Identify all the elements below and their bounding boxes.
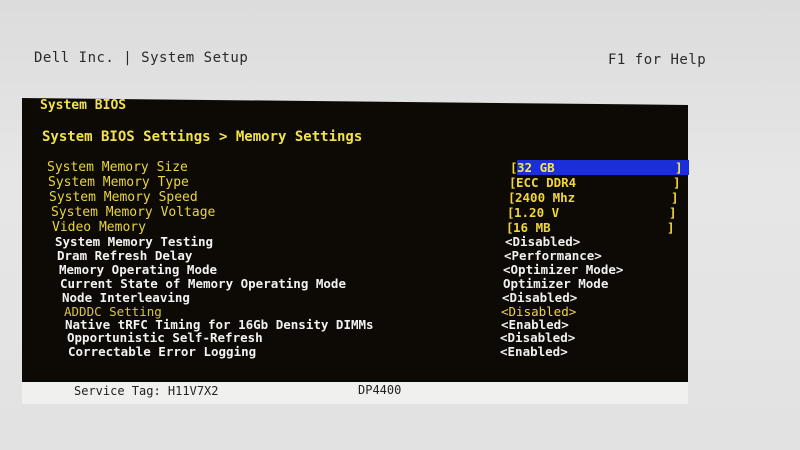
setting-label-self-refresh[interactable]: Opportunistic Self-Refresh [67,330,263,345]
bracket-right-4: ] [667,220,675,235]
help-hint[interactable]: F1 for Help [608,52,706,68]
setting-label-memory-size: System Memory Size [47,160,188,175]
bracket-right-3: ] [669,205,677,220]
setting-label-error-logging[interactable]: Correctable Error Logging [68,344,256,359]
breadcrumb: System BIOS Settings > Memory Settings [42,129,363,145]
value-memory-testing[interactable]: <Disabled> [505,234,580,249]
setting-label-operating-mode[interactable]: Memory Operating Mode [59,262,217,277]
value-node-interleaving[interactable]: <Disabled> [502,290,577,305]
setting-label-memory-testing[interactable]: System Memory Testing [55,234,213,249]
setting-label-node-interleaving[interactable]: Node Interleaving [62,290,190,305]
setting-label-memory-type: System Memory Type [48,175,189,190]
value-memory-size[interactable]: 32 GB [517,160,689,175]
section-title: System BIOS [40,98,127,113]
value-error-logging[interactable]: <Enabled> [500,344,568,359]
setting-label-dram-refresh[interactable]: Dram Refresh Delay [57,248,192,263]
value-memory-voltage: 1.20 V [514,205,560,220]
bracket-right-2: ] [671,190,679,205]
value-operating-mode[interactable]: <Optimizer Mode> [503,262,623,277]
value-self-refresh[interactable]: <Disabled> [500,330,575,345]
value-memory-type: ECC DDR4 [516,175,577,190]
bracket-right-0: ] [675,160,683,175]
value-current-mode: Optimizer Mode [503,276,609,291]
header-title: Dell Inc. | System Setup [34,50,249,66]
model-name: DP4400 [358,383,402,397]
setting-label-memory-voltage: System Memory Voltage [51,205,216,220]
bracket-right-1: ] [673,175,681,190]
value-dram-refresh[interactable]: <Performance> [504,248,602,263]
service-tag: Service Tag: H11V7X2 [74,384,219,398]
setting-label-memory-speed: System Memory Speed [49,190,198,205]
value-video-memory: 16 MB [513,220,551,235]
value-memory-speed: 2400 Mhz [515,190,576,205]
setting-label-video-memory: Video Memory [52,220,146,235]
setting-label-current-mode: Current State of Memory Operating Mode [60,276,346,291]
